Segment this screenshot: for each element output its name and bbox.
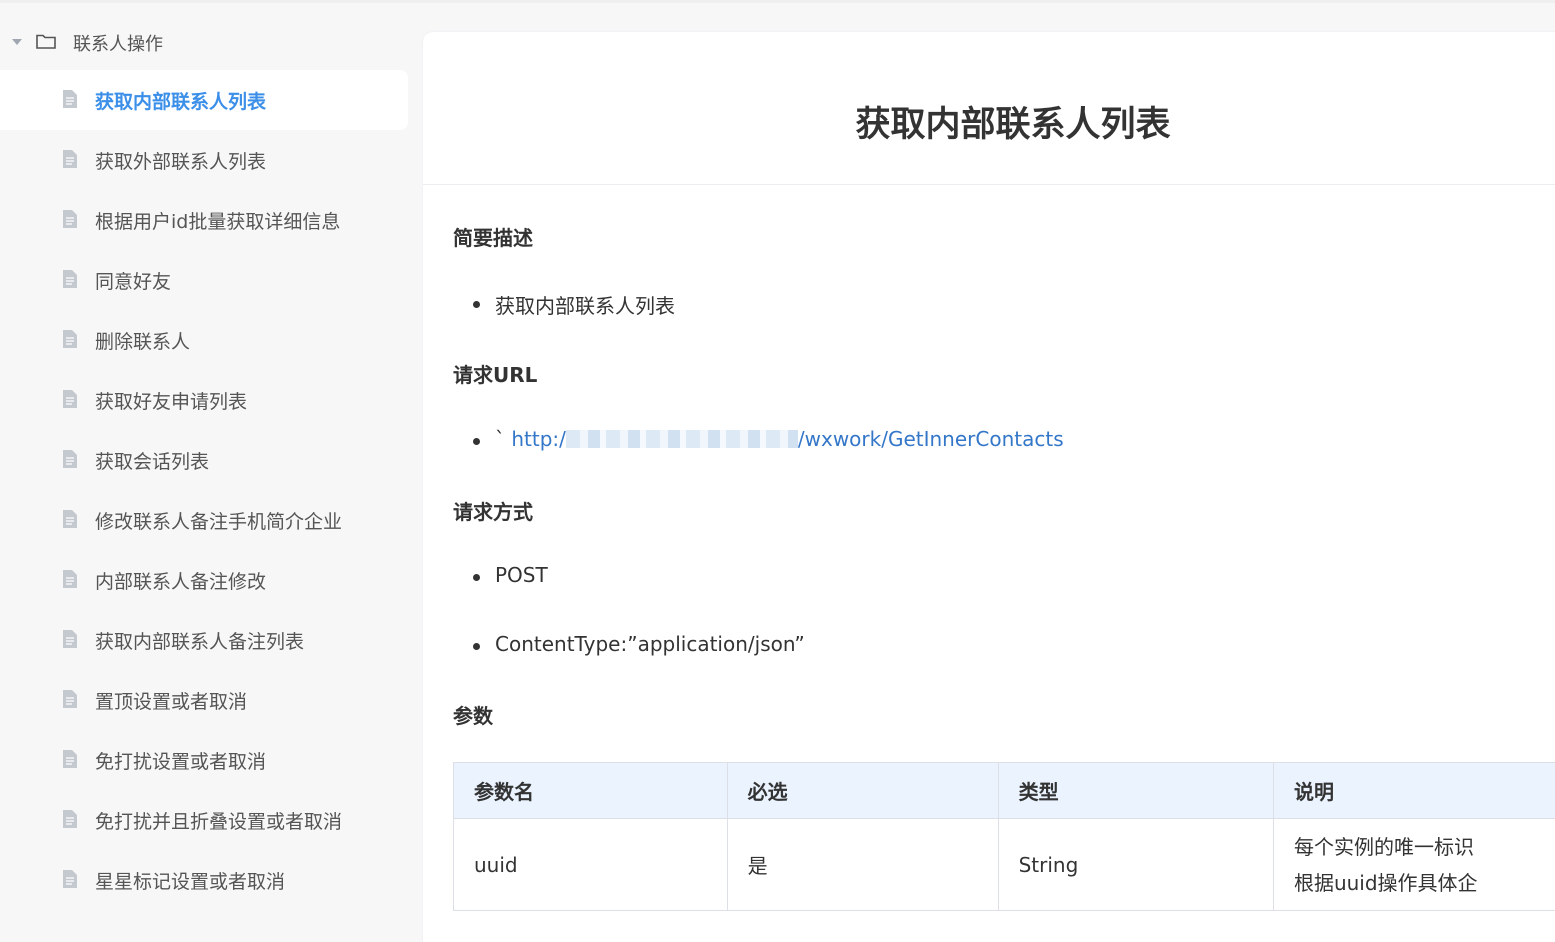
sidebar-item-get-inner-contacts[interactable]: 获取内部联系人列表 [0,70,408,130]
sidebar-item-label: 获取内部联系人列表 [95,87,266,114]
document-icon [63,570,77,588]
title-divider [423,184,1555,185]
column-header-description: 说明 [1273,763,1555,819]
caret-down-icon[interactable] [12,39,22,45]
document-icon [63,810,77,828]
sidebar-item-label: 获取好友申请列表 [95,387,247,414]
params-table: 参数名 必选 类型 说明 uuid 是 String 每个实例的唯一标识 根据u… [453,762,1555,911]
sidebar-item-pin-toggle[interactable]: 置顶设置或者取消 [0,670,408,730]
document-icon [63,270,77,288]
sidebar-item-delete-contact[interactable]: 删除联系人 [0,310,408,370]
doc-content: 获取内部联系人列表 简要描述 获取内部联系人列表 请求URL ` http:/ /… [423,32,1555,942]
column-header-required: 必选 [727,763,998,819]
param-description-line: 每个实例的唯一标识 [1294,829,1542,865]
sidebar-item-friend-requests[interactable]: 获取好友申请列表 [0,370,408,430]
document-icon [63,90,77,108]
column-header-name: 参数名 [454,763,728,819]
sidebar: 联系人操作 获取内部联系人列表 获取外部联系人列表 根据用户id批量获取详细信息… [0,3,420,928]
sidebar-item-label: 修改联系人备注手机简介企业 [95,507,342,534]
page-title: 获取内部联系人列表 [423,96,1555,147]
request-url-link[interactable]: http:/ /wxwork/GetInnerContacts [511,427,1063,451]
sidebar-item-label: 同意好友 [95,267,171,294]
sidebar-item-label: 星星标记设置或者取消 [95,867,285,894]
column-header-type: 类型 [998,763,1273,819]
param-description-line: 根据uuid操作具体企 [1294,865,1542,901]
section-heading-summary: 简要描述 [453,222,533,251]
document-icon [63,150,77,168]
param-name: uuid [454,819,728,911]
document-icon [63,870,77,888]
document-icon [63,210,77,228]
section-heading-method: 请求方式 [453,496,533,525]
sidebar-item-get-external-contacts[interactable]: 获取外部联系人列表 [0,130,408,190]
document-icon [63,330,77,348]
folder-icon [36,33,56,49]
sidebar-item-star-toggle[interactable]: 星星标记设置或者取消 [0,850,408,910]
sidebar-item-label: 获取内部联系人备注列表 [95,627,304,654]
sidebar-item-mute-fold-toggle[interactable]: 免打扰并且折叠设置或者取消 [0,790,408,850]
document-icon [63,510,77,528]
sidebar-item-label: 免打扰设置或者取消 [95,747,266,774]
redacted-host [566,430,798,448]
sidebar-item-label: 根据用户id批量获取详细信息 [95,207,340,234]
url-link-start: http:/ [511,427,566,451]
param-description: 每个实例的唯一标识 根据uuid操作具体企 [1273,819,1555,911]
table-header-row: 参数名 必选 类型 说明 [454,763,1555,819]
document-icon [63,450,77,468]
sidebar-item-label: 获取外部联系人列表 [95,147,266,174]
sidebar-item-label: 内部联系人备注修改 [95,567,266,594]
section-heading-url: 请求URL [453,359,537,388]
section-heading-params: 参数 [453,700,493,729]
url-bullet: ` http:/ /wxwork/GetInnerContacts [495,427,1064,451]
method-bullet: POST [495,563,548,587]
sidebar-item-edit-contact-remark[interactable]: 修改联系人备注手机简介企业 [0,490,408,550]
sidebar-item-mute-toggle[interactable]: 免打扰设置或者取消 [0,730,408,790]
sidebar-item-conversations[interactable]: 获取会话列表 [0,430,408,490]
param-required: 是 [727,819,998,911]
document-icon [63,750,77,768]
document-icon [63,690,77,708]
document-icon [63,390,77,408]
document-icon [63,630,77,648]
content-type-bullet: ContentType:”application/json” [495,632,805,656]
table-row: uuid 是 String 每个实例的唯一标识 根据uuid操作具体企 [454,819,1555,911]
sidebar-item-inner-remark-list[interactable]: 获取内部联系人备注列表 [0,610,408,670]
sidebar-folder-label: 联系人操作 [73,30,163,56]
param-type: String [998,819,1273,911]
sidebar-item-label: 获取会话列表 [95,447,209,474]
url-prefix: ` [495,427,505,451]
url-link-end: /wxwork/GetInnerContacts [798,427,1064,451]
sidebar-item-inner-remark-edit[interactable]: 内部联系人备注修改 [0,550,408,610]
sidebar-item-label: 置顶设置或者取消 [95,687,247,714]
sidebar-folder-contacts[interactable]: 联系人操作 [0,23,410,59]
sidebar-item-accept-friend[interactable]: 同意好友 [0,250,408,310]
sidebar-item-label: 免打扰并且折叠设置或者取消 [95,807,342,834]
sidebar-item-label: 删除联系人 [95,327,190,354]
sidebar-item-batch-get-details[interactable]: 根据用户id批量获取详细信息 [0,190,408,250]
summary-bullet: 获取内部联系人列表 [495,290,675,319]
